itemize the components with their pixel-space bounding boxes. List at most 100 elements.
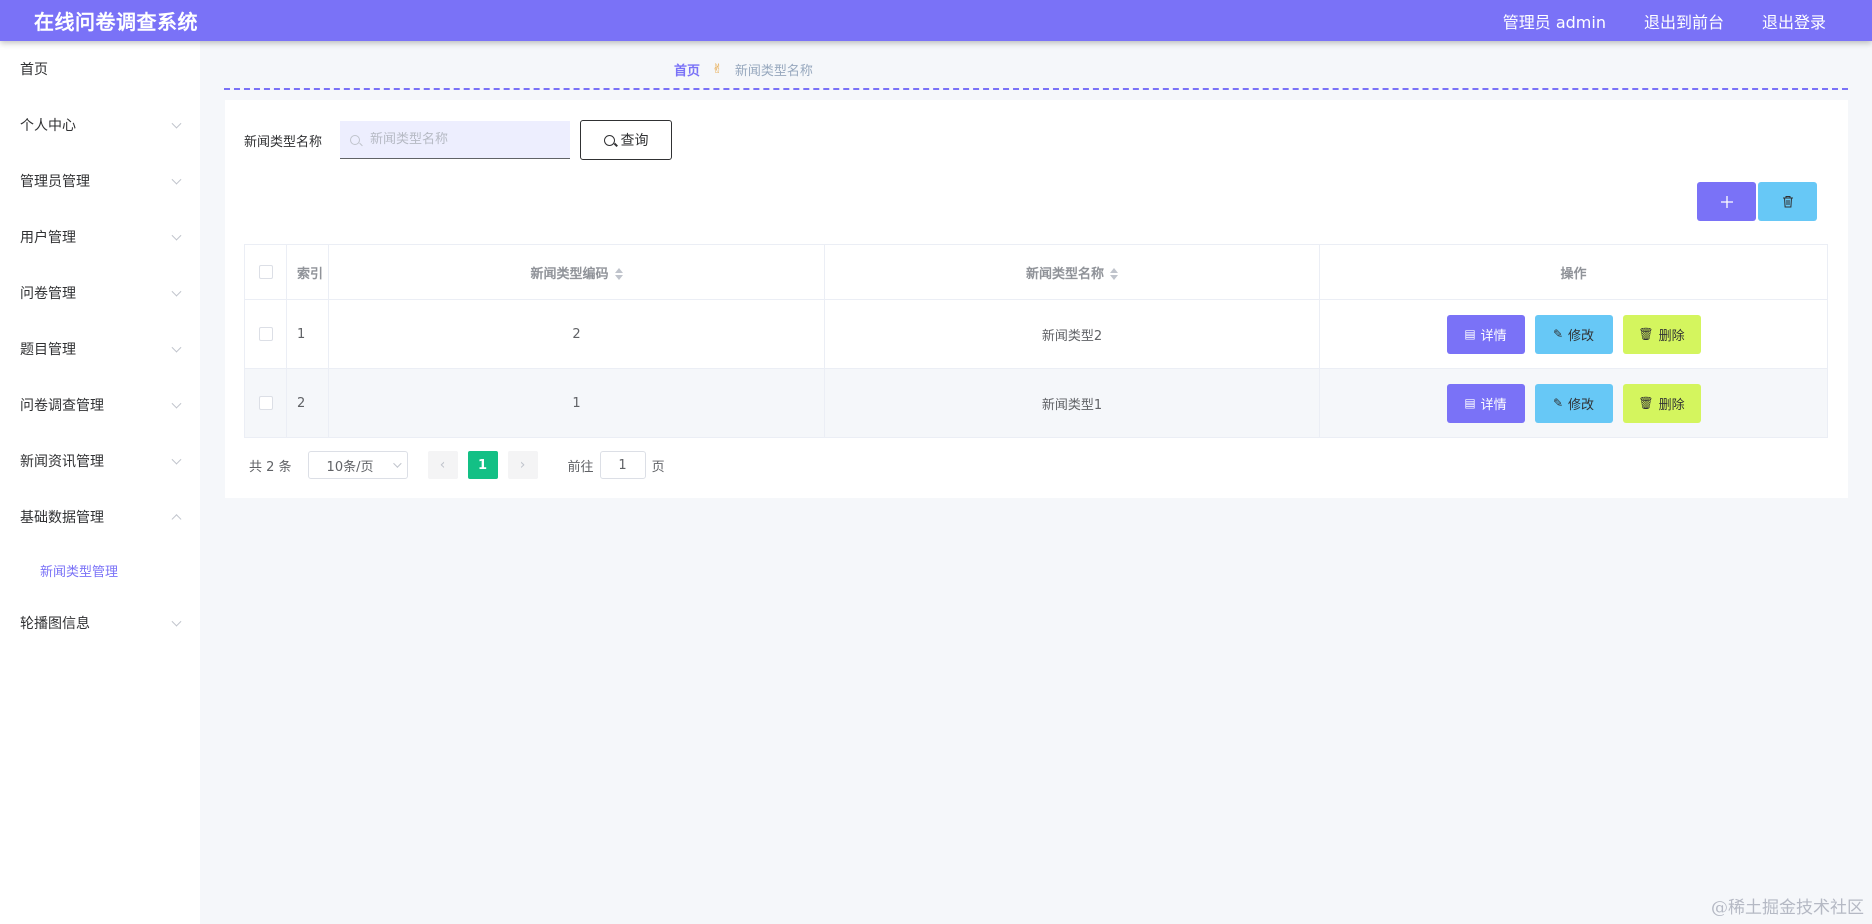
next-page-button[interactable]: › (507, 451, 538, 479)
chevron-left-icon: ‹ (439, 457, 446, 473)
exit-to-front-link[interactable]: 退出到前台 (1644, 9, 1724, 33)
prev-page-button[interactable]: ‹ (427, 451, 458, 479)
row-code: 2 (328, 299, 825, 369)
sidebar-item-label: 基础数据管理 (20, 510, 104, 526)
sidebar-item-label: 个人中心 (20, 118, 76, 134)
column-header-label: 索引 (297, 266, 324, 282)
pagination-total: 共 2 条 (249, 459, 292, 475)
chevron-down-icon (392, 459, 402, 468)
chevron-down-icon (171, 174, 182, 185)
sort-caret-icon[interactable] (1110, 268, 1118, 280)
column-header-ops: 操作 (1319, 244, 1828, 300)
sidebar-item-label: 管理员管理 (20, 174, 90, 190)
header-actions: 管理员 admin 退出到前台 退出登录 (1503, 9, 1826, 33)
batch-delete-button[interactable] (1758, 182, 1817, 221)
column-header-label: 新闻类型编码 (530, 266, 609, 282)
query-button[interactable]: 查询 (580, 120, 672, 160)
column-header-name[interactable]: 新闻类型名称 (824, 244, 1320, 300)
main-content-card: 新闻类型名称 查询 索引 新闻类型编码 新闻类型名称 操作 1 2 (225, 100, 1848, 498)
sidebar-item-questionnaire-management[interactable]: 问卷管理 (0, 265, 200, 321)
table-row: 1 2 新闻类型2 ▤ 详情 ✎ 修改 🗑 删除 (244, 299, 1828, 369)
row-actions: ▤ 详情 ✎ 修改 🗑 删除 (1319, 299, 1828, 369)
sidebar-item-admin-management[interactable]: 管理员管理 (0, 153, 200, 209)
edit-pencil-icon: ✎ (1552, 396, 1564, 410)
edit-button-label: 修改 (1568, 397, 1595, 413)
row-select-cell (244, 368, 287, 438)
column-header-index: 索引 (286, 244, 329, 300)
row-index: 1 (286, 299, 329, 369)
document-icon: ▤ (1464, 396, 1476, 410)
row-code: 1 (328, 368, 825, 438)
edit-button[interactable]: ✎ 修改 (1534, 383, 1613, 423)
breadcrumb-current: 新闻类型名称 (734, 64, 813, 79)
breadcrumb-divider (224, 88, 1848, 90)
chevron-down-icon (171, 398, 182, 409)
row-select-cell (244, 299, 287, 369)
breadcrumb-home[interactable]: 首页 (674, 60, 700, 79)
column-header-code[interactable]: 新闻类型编码 (328, 244, 825, 300)
page-size-value: 10条/页 (326, 459, 374, 475)
select-all-cell (244, 244, 287, 300)
row-checkbox[interactable] (258, 396, 273, 410)
sidebar-item-label: 用户管理 (20, 230, 76, 246)
edit-pencil-icon: ✎ (1552, 327, 1564, 341)
row-checkbox[interactable] (258, 327, 273, 341)
row-index: 2 (286, 368, 329, 438)
sidebar-item-question-management[interactable]: 题目管理 (0, 321, 200, 377)
goto-label: 前往 (567, 459, 594, 475)
sidebar-item-label: 问卷调查管理 (20, 398, 104, 414)
sidebar-item-personal-center[interactable]: 个人中心 (0, 97, 200, 153)
sidebar-item-survey-management[interactable]: 问卷调查管理 (0, 377, 200, 433)
detail-button-label: 详情 (1480, 397, 1507, 413)
search-field[interactable] (340, 121, 570, 159)
edit-button-label: 修改 (1568, 328, 1595, 344)
watermark: @稀土掘金技术社区 (1711, 898, 1864, 918)
sidebar-item-home[interactable]: 首页 (0, 41, 200, 97)
plus-icon (1720, 195, 1733, 208)
sidebar-item-user-management[interactable]: 用户管理 (0, 209, 200, 265)
pagination: 共 2 条 10条/页 ‹ 1 › 前往 页 (249, 451, 665, 479)
sort-caret-icon[interactable] (614, 268, 623, 280)
search-icon (603, 134, 615, 146)
chevron-down-icon (171, 342, 182, 353)
chevron-down-icon (171, 118, 182, 129)
delete-button-label: 删除 (1658, 328, 1685, 344)
page-number-button[interactable]: 1 (467, 451, 498, 479)
detail-button[interactable]: ▤ 详情 (1446, 383, 1525, 423)
sidebar-item-basic-data-management[interactable]: 基础数据管理 (0, 489, 200, 545)
chevron-right-icon: › (519, 457, 526, 473)
trash-icon: 🗑 (1638, 327, 1654, 341)
sidebar-item-carousel-info[interactable]: 轮播图信息 (0, 595, 200, 651)
sidebar-subitem-news-type-management[interactable]: 新闻类型管理 (0, 545, 200, 595)
delete-button[interactable]: 🗑 删除 (1622, 383, 1701, 423)
chevron-down-icon (171, 454, 182, 465)
sidebar-menu: 首页 个人中心 管理员管理 用户管理 问卷管理 题目管理 问卷调查管理 新闻资讯… (0, 41, 200, 924)
query-button-label: 查询 (620, 133, 649, 149)
add-button[interactable] (1697, 182, 1756, 221)
row-name: 新闻类型2 (824, 299, 1320, 369)
app-title: 在线问卷调查系统 (34, 10, 198, 34)
sidebar-item-label: 首页 (20, 62, 48, 78)
chevron-down-icon (171, 616, 182, 627)
delete-button-label: 删除 (1658, 397, 1685, 413)
edit-button[interactable]: ✎ 修改 (1534, 314, 1613, 354)
detail-button[interactable]: ▤ 详情 (1446, 314, 1525, 354)
goto-unit-label: 页 (651, 459, 665, 475)
page-size-select[interactable]: 10条/页 (307, 451, 408, 479)
delete-button[interactable]: 🗑 删除 (1622, 314, 1701, 354)
column-header-label: 操作 (1560, 266, 1587, 282)
search-label: 新闻类型名称 (244, 135, 323, 150)
admin-user-label[interactable]: 管理员 admin (1503, 9, 1606, 33)
news-type-table: 索引 新闻类型编码 新闻类型名称 操作 1 2 新闻类型2 ▤ 详情 ✎ 修改 🗑 删… (244, 244, 1828, 438)
row-name: 新闻类型1 (824, 368, 1320, 438)
goto-page-input[interactable] (599, 451, 646, 479)
search-input[interactable] (370, 132, 550, 147)
logout-link[interactable]: 退出登录 (1762, 9, 1826, 33)
column-header-label: 新闻类型名称 (1025, 266, 1104, 282)
sidebar-item-label: 轮播图信息 (20, 616, 90, 632)
select-all-checkbox[interactable] (258, 265, 273, 279)
breadcrumb: 首页 ✌ 新闻类型名称 (674, 60, 813, 79)
trash-icon: 🗑 (1638, 396, 1654, 410)
sidebar-item-news-management[interactable]: 新闻资讯管理 (0, 433, 200, 489)
top-header: 在线问卷调查系统 管理员 admin 退出到前台 退出登录 (0, 0, 1872, 41)
